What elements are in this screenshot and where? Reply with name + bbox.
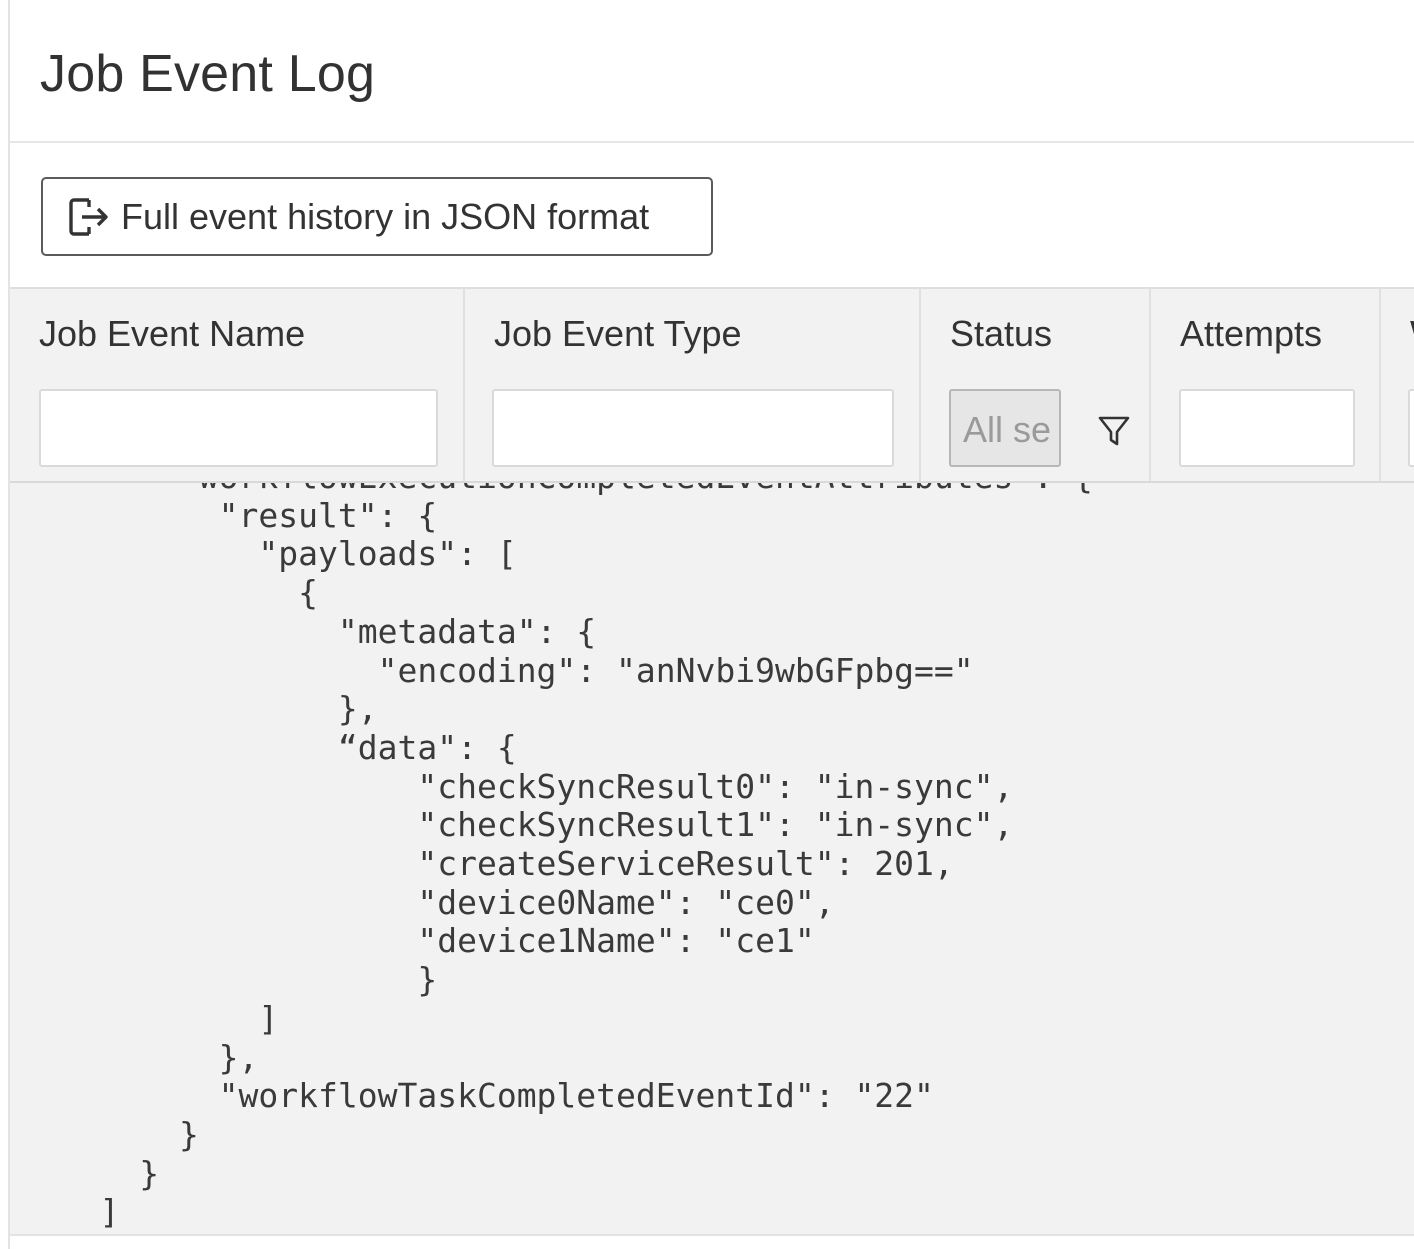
- column-title-job-event-name[interactable]: Job Event Name: [39, 313, 305, 355]
- column-title-job-event-type[interactable]: Job Event Type: [494, 313, 742, 355]
- page-title: Job Event Log: [40, 45, 376, 103]
- status-filter-select[interactable]: All se: [949, 389, 1061, 467]
- column-title-attempts[interactable]: Attempts: [1180, 313, 1322, 355]
- column-partial: W: [1381, 289, 1414, 481]
- event-json-pane[interactable]: "workflowExecutionCompletedEventAttribut…: [10, 483, 1414, 1236]
- full-event-history-json-button[interactable]: Full event history in JSON format: [41, 177, 713, 256]
- column-title-status[interactable]: Status: [950, 313, 1052, 355]
- column-job-event-name: Job Event Name: [10, 289, 465, 481]
- job-event-type-filter-input[interactable]: [492, 389, 894, 467]
- column-attempts: Attempts: [1151, 289, 1381, 481]
- event-json-text: "workflowExecutionCompletedEventAttribut…: [99, 483, 1092, 1232]
- export-icon: [69, 197, 108, 236]
- status-filter-value: All se: [963, 409, 1052, 450]
- job-event-log-page: Job Event Log Full event history in JSON…: [8, 0, 1414, 1249]
- attempts-filter-input[interactable]: [1179, 389, 1355, 467]
- column-status: Status All se: [921, 289, 1151, 481]
- json-button-label: Full event history in JSON format: [121, 195, 650, 237]
- column-title-partial[interactable]: W: [1410, 313, 1414, 355]
- page-header: Job Event Log: [10, 0, 1414, 143]
- filter-icon[interactable]: [1097, 413, 1131, 449]
- job-event-name-filter-input[interactable]: [39, 389, 438, 467]
- partial-filter-input[interactable]: [1408, 389, 1414, 467]
- toolbar: Full event history in JSON format: [10, 145, 1414, 287]
- table-header: Job Event Name Job Event Type Status All…: [10, 287, 1414, 483]
- column-job-event-type: Job Event Type: [465, 289, 921, 481]
